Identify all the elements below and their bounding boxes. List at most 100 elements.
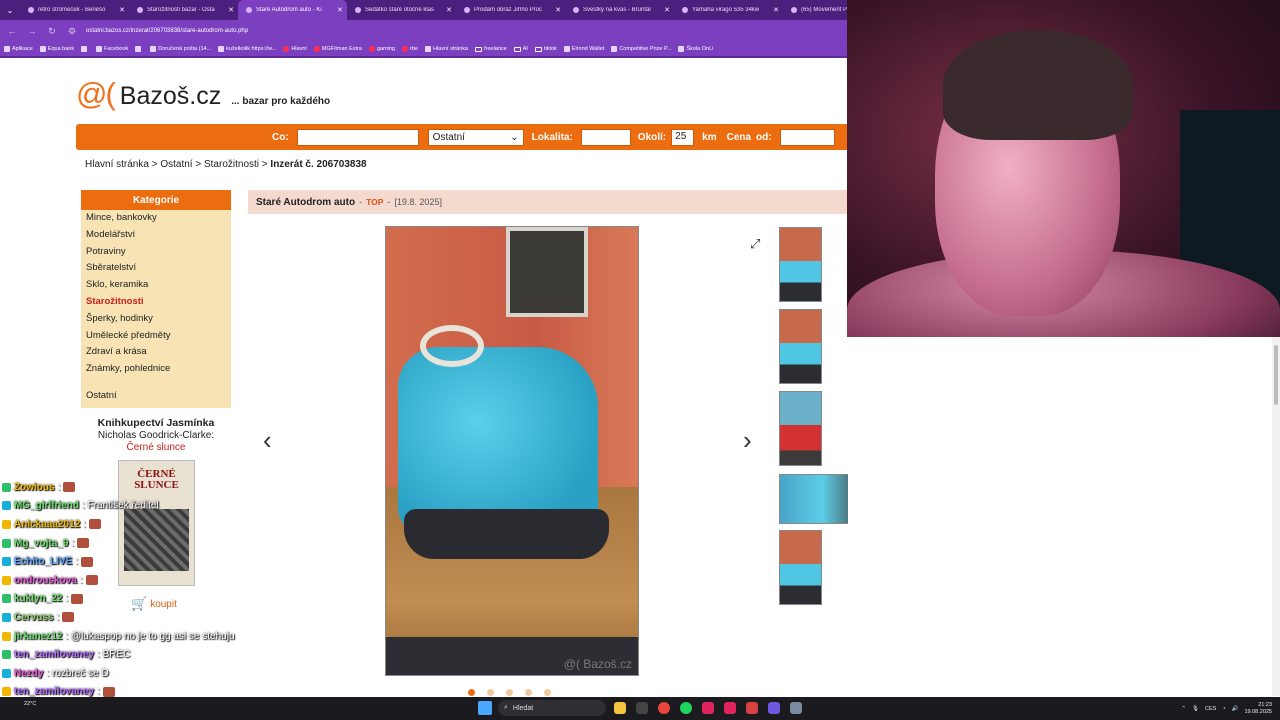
- gallery-dot[interactable]: [468, 689, 475, 696]
- sidebar-item[interactable]: Modelářství: [81, 227, 231, 244]
- bookmark-item[interactable]: [81, 46, 89, 52]
- back-icon[interactable]: ←: [6, 26, 18, 36]
- bookmark-item[interactable]: kuželkolik https://w...: [218, 46, 276, 52]
- breadcrumb-ostatni[interactable]: Ostatní: [160, 159, 192, 170]
- settings-gear-icon[interactable]: [790, 702, 802, 714]
- chat-username[interactable]: Zowious: [14, 482, 55, 493]
- prev-photo-arrow-icon[interactable]: ‹: [263, 425, 272, 456]
- tab-search-icon[interactable]: ⌄: [0, 0, 20, 20]
- sidebar-item[interactable]: Známky, pohlednice: [81, 361, 231, 378]
- photo-thumbnail-3[interactable]: [779, 391, 822, 466]
- bookmark-item[interactable]: Škola OnLi: [678, 46, 713, 52]
- taskbar-search[interactable]: ⌕ Hledat: [498, 700, 606, 716]
- browser-tab[interactable]: Prodám obraz Jiřího Proc ✕: [456, 0, 565, 20]
- sidebar-item[interactable]: Umělecké předměty: [81, 328, 231, 345]
- bookmark-item[interactable]: [135, 46, 143, 52]
- category-select[interactable]: Ostatní ⌄: [427, 128, 524, 146]
- bookmark-item[interactable]: AI: [513, 46, 528, 52]
- chat-username[interactable]: ondrouskova: [14, 575, 77, 586]
- sidebar-item-ostatni[interactable]: Ostatní: [81, 388, 231, 405]
- chat-username[interactable]: Anickaaa2012: [14, 519, 80, 530]
- clock[interactable]: 21:23 19.08.2025: [1244, 702, 1272, 716]
- mic-icon[interactable]: 🎙: [1192, 706, 1199, 712]
- scrollbar-thumb[interactable]: [1274, 345, 1278, 405]
- close-icon[interactable]: ✕: [446, 6, 452, 14]
- bookmark-item[interactable]: Equa bank: [39, 46, 74, 52]
- spotify-icon[interactable]: [680, 702, 692, 714]
- chat-username[interactable]: Echito_LIVE: [14, 556, 72, 567]
- sidebar-item[interactable]: Starožitnosti: [81, 294, 231, 311]
- co-input[interactable]: [296, 128, 419, 146]
- gallery-dot[interactable]: [544, 689, 551, 696]
- language-indicator[interactable]: CES: [1205, 706, 1216, 712]
- browser-tab[interactable]: Yamaha virago 535 34kw ✕: [674, 0, 783, 20]
- browser-tab[interactable]: Staré Autodrom auto - Ki ✕: [238, 0, 347, 20]
- next-photo-arrow-icon[interactable]: ›: [743, 425, 752, 456]
- bookmark-item[interactable]: Facebook: [96, 46, 128, 52]
- bookmark-item[interactable]: tiktok: [534, 46, 557, 52]
- wifi-icon[interactable]: ◔: [1222, 706, 1225, 712]
- sidebar-item[interactable]: Sběratelství: [81, 260, 231, 277]
- site-info-icon[interactable]: ⚙: [66, 26, 78, 37]
- browser-tab[interactable]: Starožitnosti bazar - Osta ✕: [129, 0, 238, 20]
- photo-thumbnail-4[interactable]: [779, 474, 848, 524]
- fullscreen-expand-icon[interactable]: ⤢: [750, 236, 760, 252]
- bookmark-item[interactable]: rbe: [402, 46, 418, 52]
- close-icon[interactable]: ✕: [773, 6, 779, 14]
- close-icon[interactable]: ✕: [228, 6, 234, 14]
- app-icon-3[interactable]: [746, 702, 758, 714]
- browser-tab[interactable]: Sedátko staré otočné klas ✕: [347, 0, 456, 20]
- sidebar-item[interactable]: Mince, bankovky: [81, 210, 231, 227]
- url-field[interactable]: ostatni.bazos.cz/inzerat/206703838/stare…: [86, 28, 848, 34]
- discord-icon[interactable]: [768, 702, 780, 714]
- promo-book-link[interactable]: Černé slunce: [81, 442, 231, 453]
- bookmark-item[interactable]: gaming: [368, 46, 395, 52]
- browser-tab[interactable]: (65) Movement Propo✕: [783, 0, 848, 20]
- close-icon[interactable]: ✕: [337, 6, 343, 14]
- sidebar-item[interactable]: Šperky, hodinky: [81, 311, 231, 328]
- bookmark-item[interactable]: MGFitman Extra: [313, 46, 362, 52]
- chat-username[interactable]: ten_zamilovaney: [14, 649, 94, 660]
- gallery-dot[interactable]: [525, 689, 532, 696]
- lokalita-input[interactable]: [580, 128, 631, 146]
- okoli-input[interactable]: 25: [671, 128, 695, 146]
- browser-tab[interactable]: retro stromeček - Benešo ✕: [20, 0, 129, 20]
- app-icon-red-2[interactable]: [724, 702, 736, 714]
- gallery-dot[interactable]: [487, 689, 494, 696]
- chat-username[interactable]: Mg_vojta_9: [14, 538, 68, 549]
- photo-thumbnail-1[interactable]: [779, 227, 822, 302]
- windows-start-icon[interactable]: [478, 701, 492, 715]
- close-icon[interactable]: ✕: [555, 6, 561, 14]
- tray-chevron-icon[interactable]: ⌃: [1181, 706, 1186, 712]
- bookmark-item[interactable]: Aplikace: [4, 46, 33, 52]
- chat-username[interactable]: kuklyn_22: [14, 593, 62, 604]
- site-logo[interactable]: @( Bazoš.cz ... bazar pro každého: [76, 76, 330, 112]
- cena-od-input[interactable]: [779, 128, 835, 146]
- app-icon-red[interactable]: [702, 702, 714, 714]
- chrome-icon[interactable]: [658, 702, 670, 714]
- bookmark-item[interactable]: Hlavní stránka: [424, 46, 468, 52]
- bookmark-item[interactable]: Competitive Prize P...: [611, 46, 671, 52]
- file-explorer-icon[interactable]: [614, 702, 626, 714]
- forward-icon[interactable]: →: [26, 26, 38, 36]
- task-view-icon[interactable]: [636, 702, 648, 714]
- weather-widget[interactable]: 22°C: [0, 697, 40, 720]
- gallery-dot[interactable]: [506, 689, 513, 696]
- browser-tab[interactable]: Švestky na kvas - Bruntál ✕: [565, 0, 674, 20]
- close-icon[interactable]: ✕: [664, 6, 670, 14]
- chat-username[interactable]: Cervuss: [14, 612, 53, 623]
- volume-icon[interactable]: 🔊: [1232, 706, 1239, 712]
- breadcrumb-home[interactable]: Hlavní stránka: [85, 159, 149, 170]
- sidebar-item[interactable]: Sklo, keramika: [81, 277, 231, 294]
- photo-thumbnail-5[interactable]: [779, 530, 822, 605]
- bookmark-item[interactable]: Doručená pošta (14...: [150, 46, 211, 52]
- close-icon[interactable]: ✕: [119, 6, 125, 14]
- sidebar-item[interactable]: Zdraví a krása: [81, 344, 231, 361]
- sidebar-item[interactable]: Potraviny: [81, 244, 231, 261]
- main-photo[interactable]: @( Bazoš.cz: [385, 226, 639, 676]
- photo-thumbnail-2[interactable]: [779, 309, 822, 384]
- promo-shop-name[interactable]: Knihkupectví Jasmínka: [81, 417, 231, 429]
- bookmark-item[interactable]: freelance: [475, 46, 507, 52]
- breadcrumb-starozitnosti[interactable]: Starožitnosti: [204, 159, 259, 170]
- chat-username[interactable]: MG_girlfriend: [14, 500, 79, 511]
